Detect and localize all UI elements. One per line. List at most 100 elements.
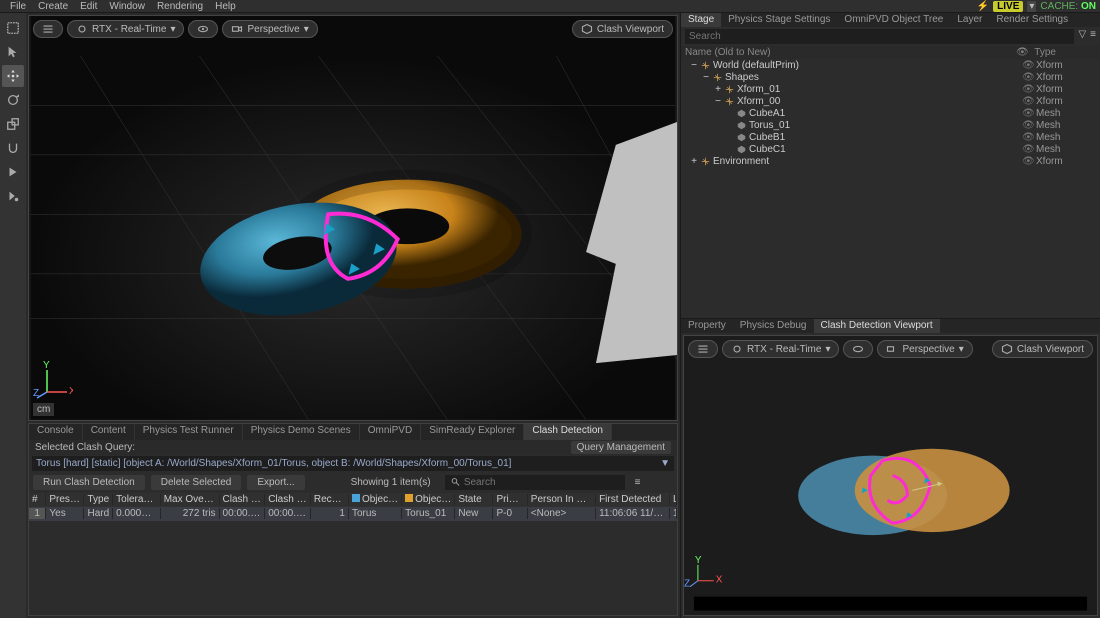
tab-console[interactable]: Console xyxy=(29,424,83,440)
live-dropdown[interactable]: ▾ xyxy=(1027,1,1036,12)
tree-row[interactable]: −World (defaultPrim)👁Xform xyxy=(681,59,1100,71)
query-management-btn[interactable]: Query Management xyxy=(571,441,671,454)
tree-toggle[interactable]: − xyxy=(701,72,711,83)
tab-content[interactable]: Content xyxy=(83,424,135,440)
visibility-toggle[interactable]: 👁 xyxy=(1022,60,1036,71)
snap-tool[interactable] xyxy=(2,137,24,159)
main-viewport[interactable]: RTX - Real-Time▾ Perspective▾ Clash View… xyxy=(28,15,678,421)
vp-visibility-btn[interactable] xyxy=(188,20,218,38)
delete-selected-btn[interactable]: Delete Selected xyxy=(151,475,242,490)
table-row[interactable]: 1 Yes Hard 0.000000 272 tris 00:00.00 00… xyxy=(29,507,677,521)
tree-toggle[interactable]: − xyxy=(689,60,699,71)
stage-menu-icon[interactable]: ≡ xyxy=(1090,29,1096,44)
tree-toggle[interactable]: − xyxy=(713,96,723,107)
cvp-renderer-dropdown[interactable]: RTX - Real-Time▾ xyxy=(722,340,839,358)
move-tool[interactable] xyxy=(2,65,24,87)
run-clash-btn[interactable]: Run Clash Detection xyxy=(33,475,145,490)
export-btn[interactable]: Export... xyxy=(247,475,304,490)
vp-renderer-dropdown[interactable]: RTX - Real-Time▾ xyxy=(67,20,184,38)
clash-menu-icon[interactable]: ≡ xyxy=(635,477,641,488)
col-person[interactable]: Person In Charge xyxy=(528,494,596,505)
col-objb[interactable]: Object B xyxy=(402,494,455,505)
vp-settings-btn[interactable] xyxy=(33,20,63,38)
tab-physics-test[interactable]: Physics Test Runner xyxy=(135,424,243,440)
tree-toggle[interactable]: + xyxy=(689,156,699,167)
menu-create[interactable]: Create xyxy=(32,1,74,12)
cvp-camera-dropdown[interactable]: Perspective▾ xyxy=(877,340,972,358)
filter-icon[interactable]: ▽ xyxy=(1078,29,1086,44)
live-badge[interactable]: LIVE xyxy=(993,1,1023,12)
tree-row[interactable]: −Xform_00👁Xform xyxy=(681,95,1100,107)
sim-tool[interactable] xyxy=(2,185,24,207)
tree-row[interactable]: +Xform_01👁Xform xyxy=(681,83,1100,95)
axis-widget[interactable]: Y X Z xyxy=(33,360,73,400)
col-clashend[interactable]: Clash End xyxy=(265,494,311,505)
xform-icon xyxy=(699,157,711,166)
col-clashstart[interactable]: Clash Start xyxy=(220,494,266,505)
visibility-toggle[interactable]: 👁 xyxy=(1022,156,1036,167)
pointer-tool[interactable] xyxy=(2,41,24,63)
tree-row[interactable]: Torus_01👁Mesh xyxy=(681,119,1100,131)
menu-file[interactable]: File xyxy=(4,1,32,12)
clash-search[interactable] xyxy=(445,475,625,490)
visibility-toggle[interactable]: 👁 xyxy=(1022,132,1036,143)
tab-omnipvd[interactable]: OmniPVD xyxy=(360,424,421,440)
play-tool[interactable] xyxy=(2,161,24,183)
tree-label: Shapes xyxy=(723,72,759,83)
tab-layer[interactable]: Layer xyxy=(950,13,989,27)
tree-col-name[interactable]: Name (Old to New) xyxy=(685,47,771,58)
tab-property[interactable]: Property xyxy=(681,319,733,333)
vp-clash-viewport-btn[interactable]: Clash Viewport xyxy=(572,20,673,38)
col-num[interactable]: # xyxy=(29,494,46,505)
query-dropdown[interactable]: Torus [hard] [static] [object A: /World/… xyxy=(32,456,674,471)
tab-simready[interactable]: SimReady Explorer xyxy=(421,424,524,440)
tree-row[interactable]: CubeC1👁Mesh xyxy=(681,143,1100,155)
menu-help[interactable]: Help xyxy=(209,1,242,12)
tree-row[interactable]: −Shapes👁Xform xyxy=(681,71,1100,83)
scale-tool[interactable] xyxy=(2,113,24,135)
col-present[interactable]: Present xyxy=(46,494,84,505)
clash-viewport[interactable]: RTX - Real-Time▾ Perspective▾ Clash View… xyxy=(683,335,1098,616)
clash-search-input[interactable] xyxy=(464,477,619,488)
col-type[interactable]: Type xyxy=(84,494,113,505)
visibility-toggle[interactable]: 👁 xyxy=(1022,144,1036,155)
visibility-toggle[interactable]: 👁 xyxy=(1022,120,1036,131)
tab-render-settings[interactable]: Render Settings xyxy=(989,13,1075,27)
tab-stage[interactable]: Stage xyxy=(681,13,721,27)
col-tolerance[interactable]: Tolerance xyxy=(113,494,161,505)
col-records[interactable]: Records xyxy=(311,494,349,505)
cvp-visibility-btn[interactable] xyxy=(843,340,873,358)
menu-rendering[interactable]: Rendering xyxy=(151,1,209,12)
visibility-toggle[interactable]: 👁 xyxy=(1022,72,1036,83)
col-maxoverlaps[interactable]: Max Overlaps xyxy=(161,494,220,505)
tab-physics-debug[interactable]: Physics Debug xyxy=(733,319,814,333)
right-tabs: Stage Physics Stage Settings OmniPVD Obj… xyxy=(681,13,1100,27)
col-state[interactable]: State xyxy=(455,494,493,505)
stage-search-input[interactable] xyxy=(685,29,1074,44)
tree-row[interactable]: CubeA1👁Mesh xyxy=(681,107,1100,119)
tree-col-type[interactable]: Type xyxy=(1034,47,1056,58)
tab-physics-stage[interactable]: Physics Stage Settings xyxy=(721,13,837,27)
col-lastmod[interactable]: Last Modified xyxy=(670,494,677,505)
select-tool[interactable] xyxy=(2,17,24,39)
col-obja[interactable]: Object A xyxy=(349,494,402,505)
vp-camera-dropdown[interactable]: Perspective▾ xyxy=(222,20,317,38)
stage-tree[interactable]: −World (defaultPrim)👁Xform−Shapes👁Xform+… xyxy=(681,59,1100,318)
tab-omnipvd-tree[interactable]: OmniPVD Object Tree xyxy=(837,13,950,27)
rotate-tool[interactable] xyxy=(2,89,24,111)
tree-row[interactable]: +Environment👁Xform xyxy=(681,155,1100,167)
visibility-toggle[interactable]: 👁 xyxy=(1022,108,1036,119)
menu-window[interactable]: Window xyxy=(103,1,151,12)
menu-edit[interactable]: Edit xyxy=(74,1,103,12)
col-priority[interactable]: Priority xyxy=(493,494,527,505)
cvp-settings-btn[interactable] xyxy=(688,340,718,358)
tree-row[interactable]: CubeB1👁Mesh xyxy=(681,131,1100,143)
cvp-clash-btn[interactable]: Clash Viewport xyxy=(992,340,1093,358)
tab-clash-detection[interactable]: Clash Detection xyxy=(524,424,612,440)
col-firstdet[interactable]: First Detected xyxy=(596,494,670,505)
tab-physics-demo[interactable]: Physics Demo Scenes xyxy=(243,424,360,440)
visibility-toggle[interactable]: 👁 xyxy=(1022,96,1036,107)
visibility-toggle[interactable]: 👁 xyxy=(1022,84,1036,95)
tree-toggle[interactable]: + xyxy=(713,84,723,95)
tab-clash-viewport[interactable]: Clash Detection Viewport xyxy=(814,319,940,333)
